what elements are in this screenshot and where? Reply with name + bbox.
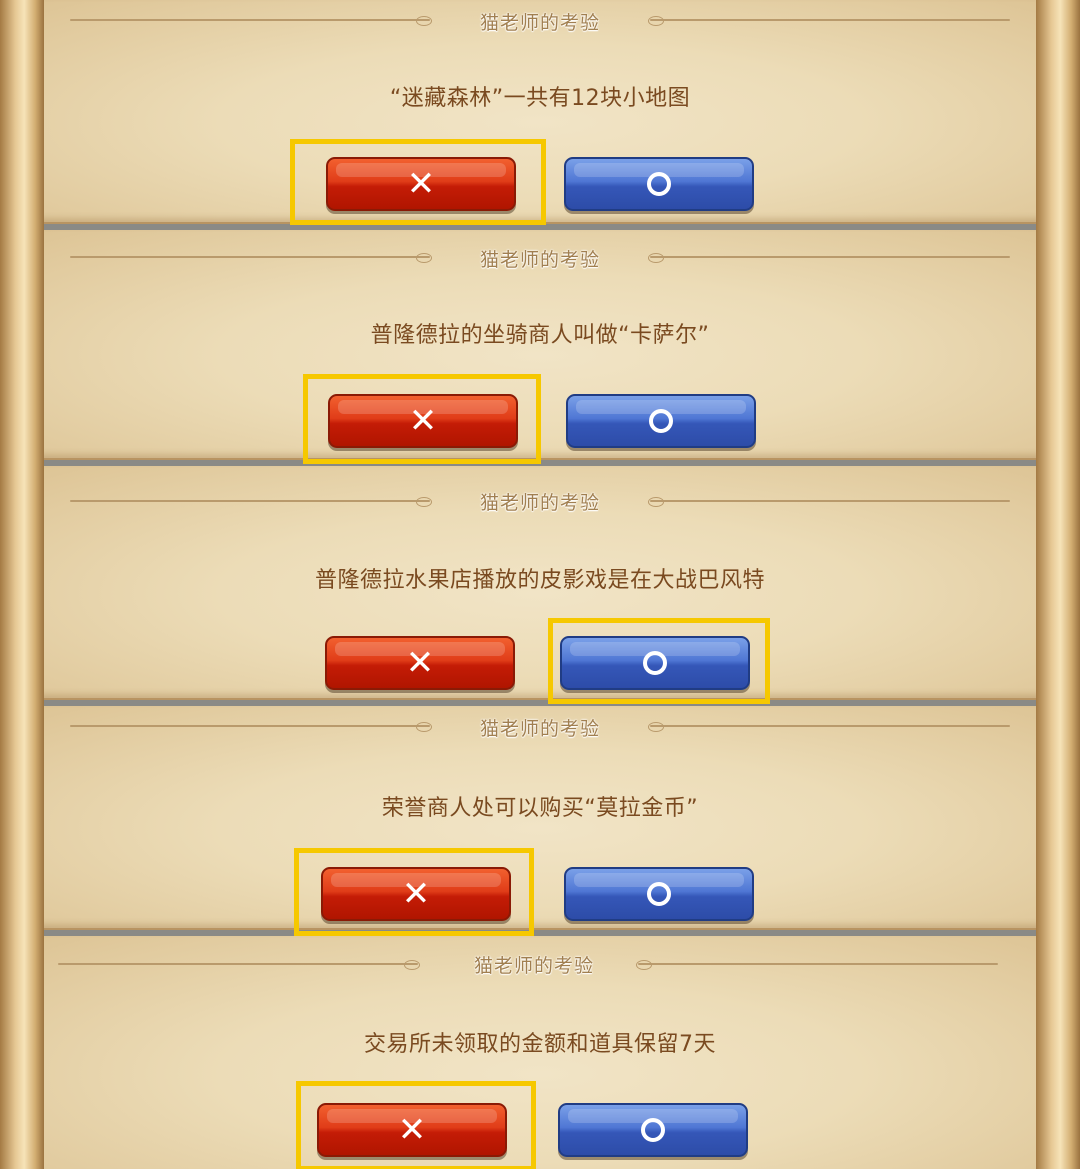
circle-icon xyxy=(649,409,673,433)
false-button[interactable]: ✕ xyxy=(325,636,515,690)
true-button[interactable] xyxy=(564,867,754,921)
circle-icon xyxy=(647,172,671,196)
true-button[interactable] xyxy=(564,157,754,211)
panel-title: 猫老师的考验 xyxy=(479,492,600,514)
panel-title: 猫老师的考验 xyxy=(473,955,594,977)
panel-title: 猫老师的考验 xyxy=(479,718,600,740)
true-button[interactable] xyxy=(560,636,750,690)
panel-title: 猫老师的考验 xyxy=(479,12,600,34)
panel-title: 猫老师的考验 xyxy=(479,249,600,271)
question-text: “迷藏森林”一共有12块小地图 xyxy=(389,86,691,111)
cross-icon: ✕ xyxy=(397,1110,427,1150)
circle-icon xyxy=(647,882,671,906)
cross-icon: ✕ xyxy=(408,401,438,441)
false-button[interactable]: ✕ xyxy=(321,867,511,921)
false-button[interactable]: ✕ xyxy=(317,1103,507,1157)
question-text: 普隆德拉的坐骑商人叫做“卡萨尔” xyxy=(370,323,710,348)
true-button[interactable] xyxy=(566,394,756,448)
true-button[interactable] xyxy=(558,1103,748,1157)
quiz-panel-3: 猫老师的考验 普隆德拉水果店播放的皮影戏是在大战巴风特 ✕ xyxy=(0,466,1080,706)
question-text: 交易所未领取的金额和道具保留7天 xyxy=(364,1032,716,1057)
cross-icon: ✕ xyxy=(406,164,436,204)
circle-icon xyxy=(643,651,667,675)
quiz-panel-4: 猫老师的考验 荣誉商人处可以购买“莫拉金币” ✕ xyxy=(0,706,1080,936)
cross-icon: ✕ xyxy=(401,874,431,914)
cross-icon: ✕ xyxy=(405,643,435,683)
question-text: 普隆德拉水果店播放的皮影戏是在大战巴风特 xyxy=(314,568,765,593)
false-button[interactable]: ✕ xyxy=(328,394,518,448)
question-text: 荣誉商人处可以购买“莫拉金币” xyxy=(381,796,699,821)
quiz-panel-2: 猫老师的考验 普隆德拉的坐骑商人叫做“卡萨尔” ✕ xyxy=(0,230,1080,466)
circle-icon xyxy=(641,1118,665,1142)
quiz-panel-5: 猫老师的考验 交易所未领取的金额和道具保留7天 ✕ xyxy=(0,936,1080,1169)
quiz-panel-1: 猫老师的考验 “迷藏森林”一共有12块小地图 ✕ xyxy=(0,0,1080,230)
false-button[interactable]: ✕ xyxy=(326,157,516,211)
